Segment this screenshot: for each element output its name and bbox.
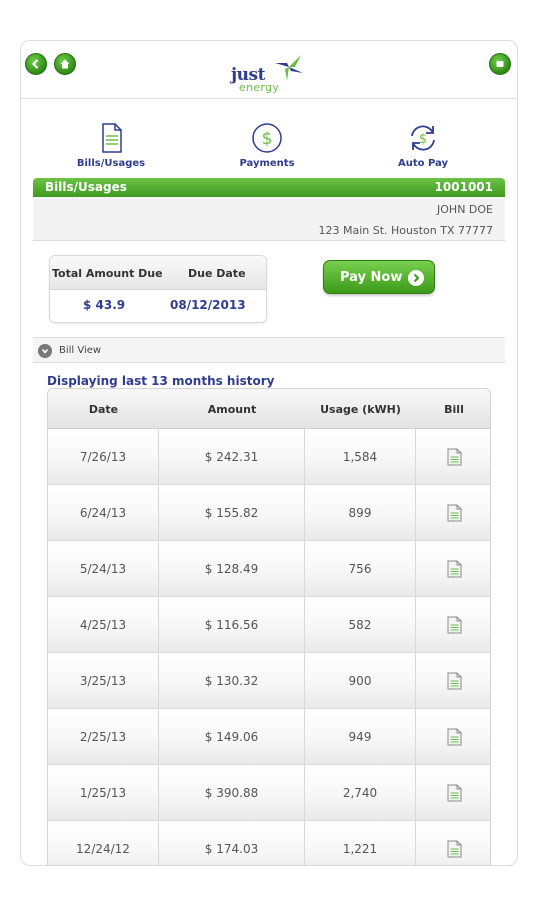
pay-now-button[interactable]: Pay Now [323, 260, 435, 294]
cell-usage: 582 [305, 597, 416, 652]
amount-due-header: Total Amount Due Due Date [50, 256, 266, 290]
pay-now-label: Pay Now [340, 270, 403, 285]
table-header: Date Amount Usage (kWH) Bill [48, 389, 490, 429]
view-bill-icon[interactable] [416, 485, 490, 540]
column-header-amount: Amount [207, 403, 257, 416]
account-number: 1001001 [434, 180, 493, 194]
cell-usage: 2,740 [305, 765, 416, 820]
cell-amount: $ 390.88 [159, 765, 305, 820]
column-header-bill: Bill [444, 403, 464, 416]
just-energy-logo[interactable]: just energy [229, 47, 309, 94]
nav-label: Bills/Usages [76, 158, 146, 169]
cell-usage: 949 [305, 709, 416, 764]
bill-view-label: Bill View [59, 345, 102, 356]
amount-due-card: Total Amount Due Due Date $ 43.9 08/12/2… [49, 255, 267, 323]
view-bill-icon[interactable] [416, 821, 490, 865]
bill-view-toggle[interactable]: Bill View [33, 337, 505, 363]
svg-text:$: $ [419, 132, 427, 147]
due-date-label: Due Date [188, 267, 246, 280]
table-row[interactable]: 2/25/13 $ 149.06 949 [48, 709, 490, 765]
main-nav: Bills/Usages $ Payments $ Auto Pay [21, 121, 517, 177]
chevron-down-icon [38, 344, 52, 358]
total-amount-due-label: Total Amount Due [52, 267, 163, 280]
nav-label: Auto Pay [397, 158, 448, 169]
logo-pinwheel-icon [275, 55, 303, 81]
table-row[interactable]: 7/26/13 $ 242.31 1,584 [48, 429, 490, 485]
bills-table: Date Amount Usage (kWH) Bill 7/26/13 $ 24… [47, 388, 491, 865]
view-bill-icon[interactable] [416, 653, 490, 708]
cell-date: 12/24/12 [48, 821, 159, 865]
table-row[interactable]: 3/25/13 $ 130.32 900 [48, 653, 490, 709]
section-title: Bills/Usages [45, 180, 127, 194]
cell-date: 4/25/13 [48, 597, 159, 652]
nav-payments[interactable]: $ Payments [217, 121, 317, 169]
section-header: Bills/Usages 1001001 [33, 178, 505, 197]
logo-word-energy: energy [239, 81, 280, 94]
dollar-circle-icon: $ [252, 123, 282, 153]
cell-date: 2/25/13 [48, 709, 159, 764]
view-bill-icon[interactable] [416, 597, 490, 652]
cell-date: 5/24/13 [48, 541, 159, 596]
account-address: 123 Main St. Houston TX 77777 [318, 224, 494, 237]
account-info: JOHN DOE 123 Main St. Houston TX 77777 [33, 197, 505, 241]
cell-amount: $ 174.03 [159, 821, 305, 865]
cell-amount: $ 242.31 [159, 429, 305, 484]
nav-label: Payments [239, 158, 295, 169]
svg-text:$: $ [262, 129, 273, 149]
cell-usage: 900 [305, 653, 416, 708]
cell-amount: $ 130.32 [159, 653, 305, 708]
cell-usage: 1,584 [305, 429, 416, 484]
cell-amount: $ 116.56 [159, 597, 305, 652]
cell-date: 1/25/13 [48, 765, 159, 820]
due-date-value: 08/12/2013 [170, 298, 246, 312]
table-body: 7/26/13 $ 242.31 1,584 6/24/13 $ 155.82 899 5/… [48, 429, 490, 865]
app-frame: just energy Bills/Usages $ Payments $ Au… [20, 40, 518, 866]
total-amount-due-value: $ 43.9 [83, 298, 126, 312]
view-bill-icon[interactable] [416, 709, 490, 764]
table-row[interactable]: 6/24/13 $ 155.82 899 [48, 485, 490, 541]
history-caption: Displaying last 13 months history [47, 374, 275, 388]
table-row[interactable]: 5/24/13 $ 128.49 756 [48, 541, 490, 597]
back-arrow-icon[interactable] [25, 53, 47, 75]
view-bill-icon[interactable] [416, 765, 490, 820]
table-row[interactable]: 12/24/12 $ 174.03 1,221 [48, 821, 490, 865]
document-icon [102, 123, 122, 153]
cell-amount: $ 155.82 [159, 485, 305, 540]
view-bill-icon[interactable] [416, 541, 490, 596]
cell-usage: 756 [305, 541, 416, 596]
home-icon[interactable] [54, 53, 76, 75]
chevron-right-icon [408, 270, 424, 286]
cell-date: 6/24/13 [48, 485, 159, 540]
top-bar: just energy [21, 41, 517, 99]
column-header-usage: Usage (kWH) [320, 403, 401, 416]
cell-usage: 1,221 [305, 821, 416, 865]
view-bill-icon[interactable] [416, 429, 490, 484]
table-row[interactable]: 1/25/13 $ 390.88 2,740 [48, 765, 490, 821]
cell-date: 3/25/13 [48, 653, 159, 708]
account-name: JOHN DOE [437, 203, 493, 216]
menu-icon[interactable] [489, 53, 511, 75]
nav-auto-pay[interactable]: $ Auto Pay [373, 121, 473, 169]
column-header-date: Date [88, 403, 119, 416]
cell-date: 7/26/13 [48, 429, 159, 484]
cell-amount: $ 149.06 [159, 709, 305, 764]
nav-bills-usages[interactable]: Bills/Usages [61, 121, 161, 169]
amount-due-values: $ 43.9 08/12/2013 [50, 290, 266, 323]
table-row[interactable]: 4/25/13 $ 116.56 582 [48, 597, 490, 653]
autopay-refresh-icon: $ [411, 125, 435, 151]
cell-usage: 899 [305, 485, 416, 540]
cell-amount: $ 128.49 [159, 541, 305, 596]
